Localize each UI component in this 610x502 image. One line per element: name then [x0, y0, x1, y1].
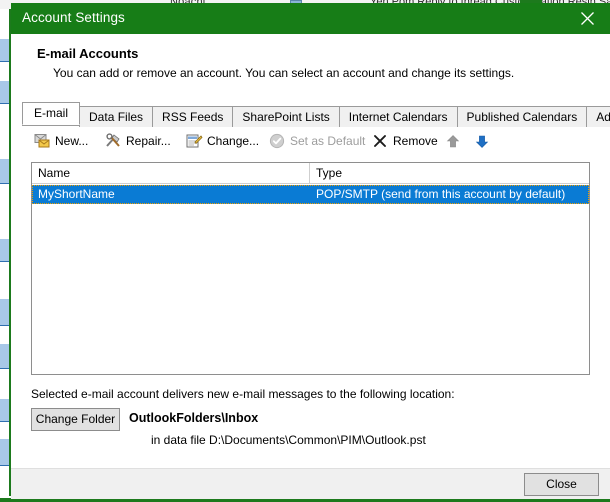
new-account-label: New...	[55, 134, 89, 148]
repair-account-button[interactable]: Repair...	[104, 128, 171, 154]
set-as-default-label: Set as Default	[290, 134, 366, 148]
table-row[interactable]: MyShortName POP/SMTP (send from this acc…	[32, 185, 589, 204]
dialog-footer: Close	[11, 468, 610, 499]
column-header-name[interactable]: Name	[32, 163, 309, 183]
window-close-button[interactable]	[564, 3, 610, 34]
account-toolbar: New... Repair... Change... Set as Defaul…	[22, 128, 599, 156]
change-settings-icon	[185, 133, 203, 150]
tab-internet-calendars[interactable]: Internet Calendars	[338, 106, 458, 127]
accounts-list-header: Name Type	[32, 163, 589, 184]
new-mail-icon	[33, 133, 51, 150]
change-account-label: Change...	[207, 134, 260, 148]
delivery-location-label: Selected e-mail account delivers new e-m…	[31, 387, 455, 401]
dialog-titlebar: Account Settings	[11, 3, 610, 34]
dialog-body: E-mail Accounts You can add or remove an…	[11, 34, 610, 468]
account-settings-dialog: Account Settings E-mail Accounts You can…	[11, 3, 610, 499]
delivery-folder-path: in data file D:\Documents\Common\PIM\Out…	[151, 433, 426, 447]
dialog-title: Account Settings	[22, 10, 125, 25]
repair-tools-icon	[104, 133, 122, 150]
remove-account-button[interactable]: Remove	[371, 128, 438, 154]
move-down-button[interactable]	[473, 128, 491, 154]
close-button[interactable]: Close	[524, 473, 599, 496]
tab-sharepoint-lists[interactable]: SharePoint Lists	[232, 106, 340, 127]
repair-account-label: Repair...	[126, 134, 171, 148]
tab-published-calendars[interactable]: Published Calendars	[456, 106, 588, 127]
arrow-up-icon	[444, 133, 462, 150]
accounts-listview[interactable]: Name Type MyShortName POP/SMTP (send fro…	[31, 162, 590, 375]
remove-account-label: Remove	[393, 134, 438, 148]
change-folder-button[interactable]: Change Folder	[31, 408, 120, 431]
cell-account-name: MyShortName	[38, 187, 115, 201]
change-account-button[interactable]: Change...	[185, 128, 259, 154]
tab-address-books[interactable]: Address Books	[586, 106, 610, 127]
move-up-button[interactable]	[444, 128, 462, 154]
tab-rss-feeds[interactable]: RSS Feeds	[152, 106, 234, 127]
new-account-button[interactable]: New...	[33, 128, 88, 154]
cell-account-type: POP/SMTP (send from this account by defa…	[316, 187, 566, 201]
background-folder-pane	[0, 9, 9, 502]
delivery-folder-name: OutlookFolders\Inbox	[129, 411, 259, 425]
column-header-type[interactable]: Type	[310, 163, 589, 183]
tabstrip: E-mail Data Files RSS Feeds SharePoint L…	[22, 102, 610, 127]
page-title: E-mail Accounts	[37, 46, 139, 61]
remove-x-icon	[371, 133, 389, 150]
arrow-down-icon	[473, 133, 491, 150]
set-as-default-button[interactable]: Set as Default	[268, 128, 365, 154]
tab-data-files[interactable]: Data Files	[79, 106, 154, 127]
tab-email[interactable]: E-mail	[22, 102, 81, 125]
check-circle-icon	[268, 133, 286, 150]
page-subtitle: You can add or remove an account. You ca…	[53, 66, 515, 80]
